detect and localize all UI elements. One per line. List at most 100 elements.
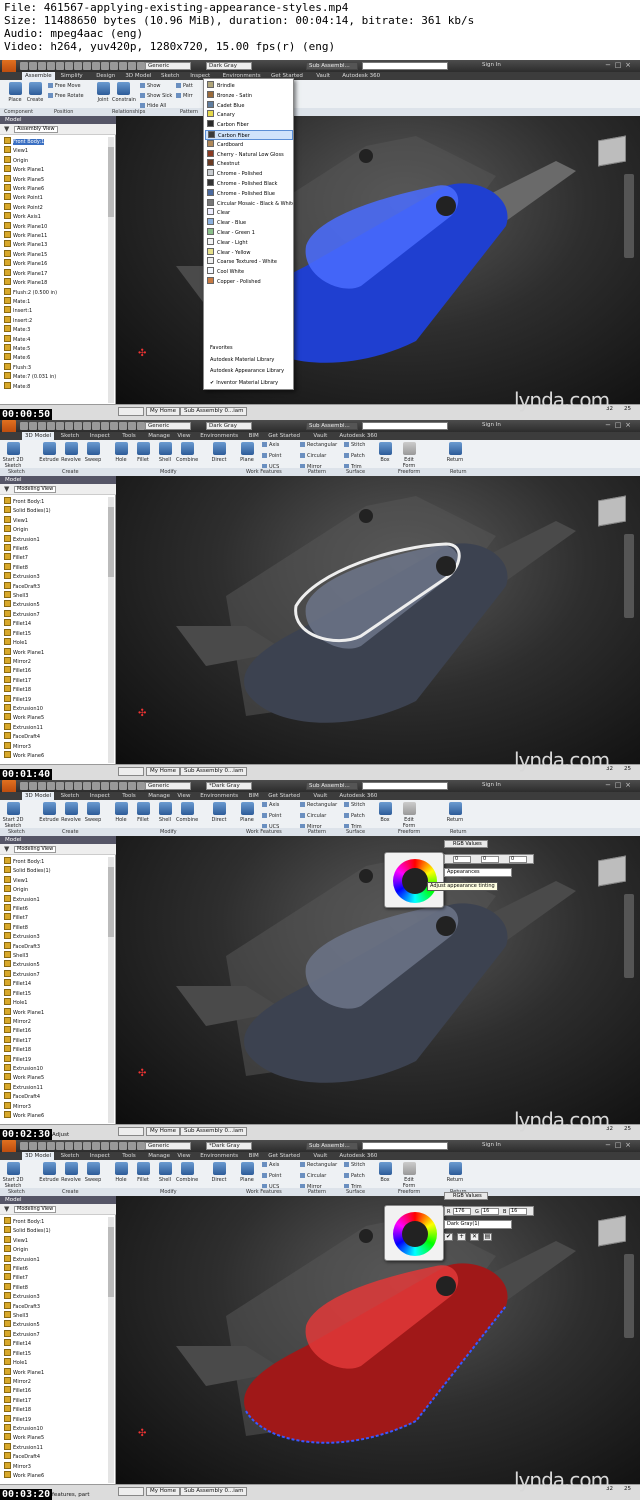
b-value-field[interactable]: 16 <box>509 1208 527 1215</box>
status-icons[interactable] <box>118 1487 144 1496</box>
tree-node[interactable]: Extrusion5 <box>4 600 108 609</box>
tab-bim[interactable]: BIM <box>246 432 262 440</box>
minimize-icon[interactable]: − <box>604 421 612 430</box>
tree-node[interactable]: View1 <box>4 1236 108 1245</box>
tree-node[interactable]: Work Plane6 <box>4 184 108 193</box>
tree-node[interactable]: Mirror2 <box>4 1377 108 1386</box>
ribbon-button-combine[interactable]: Combine <box>176 442 198 468</box>
scroll-thumb[interactable] <box>108 147 114 217</box>
tree-node[interactable]: Fillet17 <box>4 1036 108 1045</box>
ribbon-button-revolve[interactable]: Revolve <box>60 1162 82 1188</box>
tab-get-started[interactable]: Get Started <box>265 432 303 440</box>
view-selector[interactable]: Assembly View <box>14 126 58 133</box>
close-icon[interactable]: × <box>624 781 632 790</box>
tree-node[interactable]: Extrusion3 <box>4 1292 108 1301</box>
rgb-mode-select[interactable]: RGB Values <box>444 1192 488 1200</box>
document-tab[interactable]: My Home <box>146 407 180 416</box>
library-option[interactable]: Autodesk Material Library <box>210 357 274 363</box>
ribbon-small-button[interactable]: Stitch <box>344 802 365 808</box>
quick-access-icon[interactable] <box>83 782 91 790</box>
close-icon[interactable]: × <box>624 1141 632 1150</box>
appearance-option[interactable]: Clear - Green 1 <box>205 228 293 238</box>
appearance-option[interactable]: Chrome - Polished Blue <box>205 188 293 199</box>
tab-simplify[interactable]: Simplify <box>58 72 86 80</box>
quick-access-icon[interactable] <box>137 782 145 790</box>
tree-node[interactable]: Solid Bodies(1) <box>4 1226 108 1235</box>
tab-manage[interactable]: Manage <box>145 792 173 800</box>
appearance-option[interactable]: Cadet Blue <box>205 100 293 111</box>
tab-sketch[interactable]: Sketch <box>58 432 83 440</box>
ribbon-button-create[interactable]: Create <box>24 82 46 108</box>
ribbon-button-hole[interactable]: Hole <box>110 802 132 828</box>
tree-node[interactable]: Work Plane16 <box>4 259 108 268</box>
tree-node[interactable]: Work Point2 <box>4 203 108 212</box>
tab-environments[interactable]: Environments <box>197 1152 241 1160</box>
filter-icon[interactable]: ▼ <box>4 1206 9 1213</box>
quick-access-icon[interactable] <box>74 782 82 790</box>
tree-node[interactable]: Origin <box>4 525 108 534</box>
appearance-option[interactable]: Clear - Light <box>205 237 293 248</box>
tree-node[interactable]: Fillet6 <box>4 904 108 913</box>
document-tab[interactable]: Sub Assembly 0...iam <box>180 1127 248 1136</box>
g-value-field[interactable]: 16 <box>481 1208 499 1215</box>
tree-node[interactable]: Extrusion3 <box>4 572 108 581</box>
tree-node[interactable]: Shell3 <box>4 1311 108 1320</box>
ribbon-button-fillet[interactable]: Fillet <box>132 802 154 828</box>
tree-node[interactable]: FaceDraft4 <box>4 1092 108 1101</box>
status-icons[interactable] <box>118 407 144 416</box>
tree-node[interactable]: Extrusion11 <box>4 1443 108 1452</box>
tab-autodesk-360[interactable]: Autodesk 360 <box>336 792 380 800</box>
graphics-viewport[interactable]: ✣ RGB Values 0 0 0 Appearances Adjust appearan… <box>116 836 640 1124</box>
tree-node[interactable]: FaceDraft3 <box>4 1302 108 1311</box>
ribbon-button-extrude[interactable]: Extrude <box>38 1162 60 1188</box>
tab-3d-model[interactable]: 3D Model <box>22 1152 54 1160</box>
tab-manage[interactable]: Manage <box>145 1152 173 1160</box>
document-tab[interactable]: Sub Assembly 0...iam <box>180 767 248 776</box>
tree-node[interactable]: Front Body:1 <box>4 1217 108 1226</box>
tree-node[interactable]: Fillet6 <box>4 1264 108 1273</box>
tree-node[interactable]: FaceDraft3 <box>4 942 108 951</box>
browser-scrollbar[interactable] <box>108 497 114 763</box>
vehicle-model[interactable] <box>116 836 640 1124</box>
ribbon-button-start-2d-sketch[interactable]: Start 2D Sketch <box>2 442 24 469</box>
minimize-icon[interactable]: − <box>604 781 612 790</box>
appearance-source-select[interactable]: Dark Gray(1) <box>444 1220 512 1229</box>
ribbon-small-button[interactable]: Patch <box>344 453 365 459</box>
b-value-field[interactable]: 0 <box>509 856 527 863</box>
tree-node[interactable]: Fillet19 <box>4 695 108 704</box>
ribbon-small-button[interactable]: Show Sick <box>140 93 172 99</box>
tree-node[interactable]: Extrusion1 <box>4 1255 108 1264</box>
sign-in-link[interactable]: Sign In <box>482 62 501 68</box>
tree-node[interactable]: Insert:2 <box>4 316 108 325</box>
tree-node[interactable]: Work Plane1 <box>4 1368 108 1377</box>
close-icon[interactable]: × <box>624 421 632 430</box>
appearance-option[interactable]: Bronze - Satin <box>205 90 293 101</box>
appearance-option[interactable]: Clear - Yellow <box>205 247 293 258</box>
tree-node[interactable]: Fillet7 <box>4 1273 108 1282</box>
browser-scrollbar[interactable] <box>108 1217 114 1483</box>
tab-view[interactable]: View <box>174 1152 193 1160</box>
ribbon-button-edit-form[interactable]: Edit Form <box>398 1162 420 1189</box>
vehicle-model[interactable] <box>116 1196 640 1484</box>
tree-node[interactable]: Work Plane1 <box>4 165 108 174</box>
tree-node[interactable]: Front Body:1 <box>4 497 108 506</box>
quick-access-icon[interactable] <box>128 62 136 70</box>
quick-access-icon[interactable] <box>119 1142 127 1150</box>
quick-access-icon[interactable] <box>101 1142 109 1150</box>
ribbon-small-button[interactable]: Rectangular <box>300 802 337 808</box>
tree-node[interactable]: Solid Bodies(1) <box>4 506 108 515</box>
tab-vault[interactable]: Vault <box>310 432 330 440</box>
ribbon-button-extrude[interactable]: Extrude <box>38 442 60 468</box>
tree-node[interactable]: Work Plane1 <box>4 1008 108 1017</box>
material-select[interactable]: Generic <box>145 1142 191 1150</box>
filter-icon[interactable]: ▼ <box>4 846 9 853</box>
scroll-thumb[interactable] <box>108 867 114 937</box>
tab-inspect[interactable]: Inspect <box>87 792 113 800</box>
quick-access-icon[interactable] <box>65 422 73 430</box>
quick-access-icon[interactable] <box>20 62 28 70</box>
appearance-select[interactable]: Dark Gray <box>206 422 252 430</box>
quick-access-icon[interactable] <box>110 782 118 790</box>
tree-node[interactable]: Extrusion5 <box>4 1320 108 1329</box>
ribbon-button-shell[interactable]: Shell <box>154 1162 176 1188</box>
tree-node[interactable]: Work Plane17 <box>4 269 108 278</box>
